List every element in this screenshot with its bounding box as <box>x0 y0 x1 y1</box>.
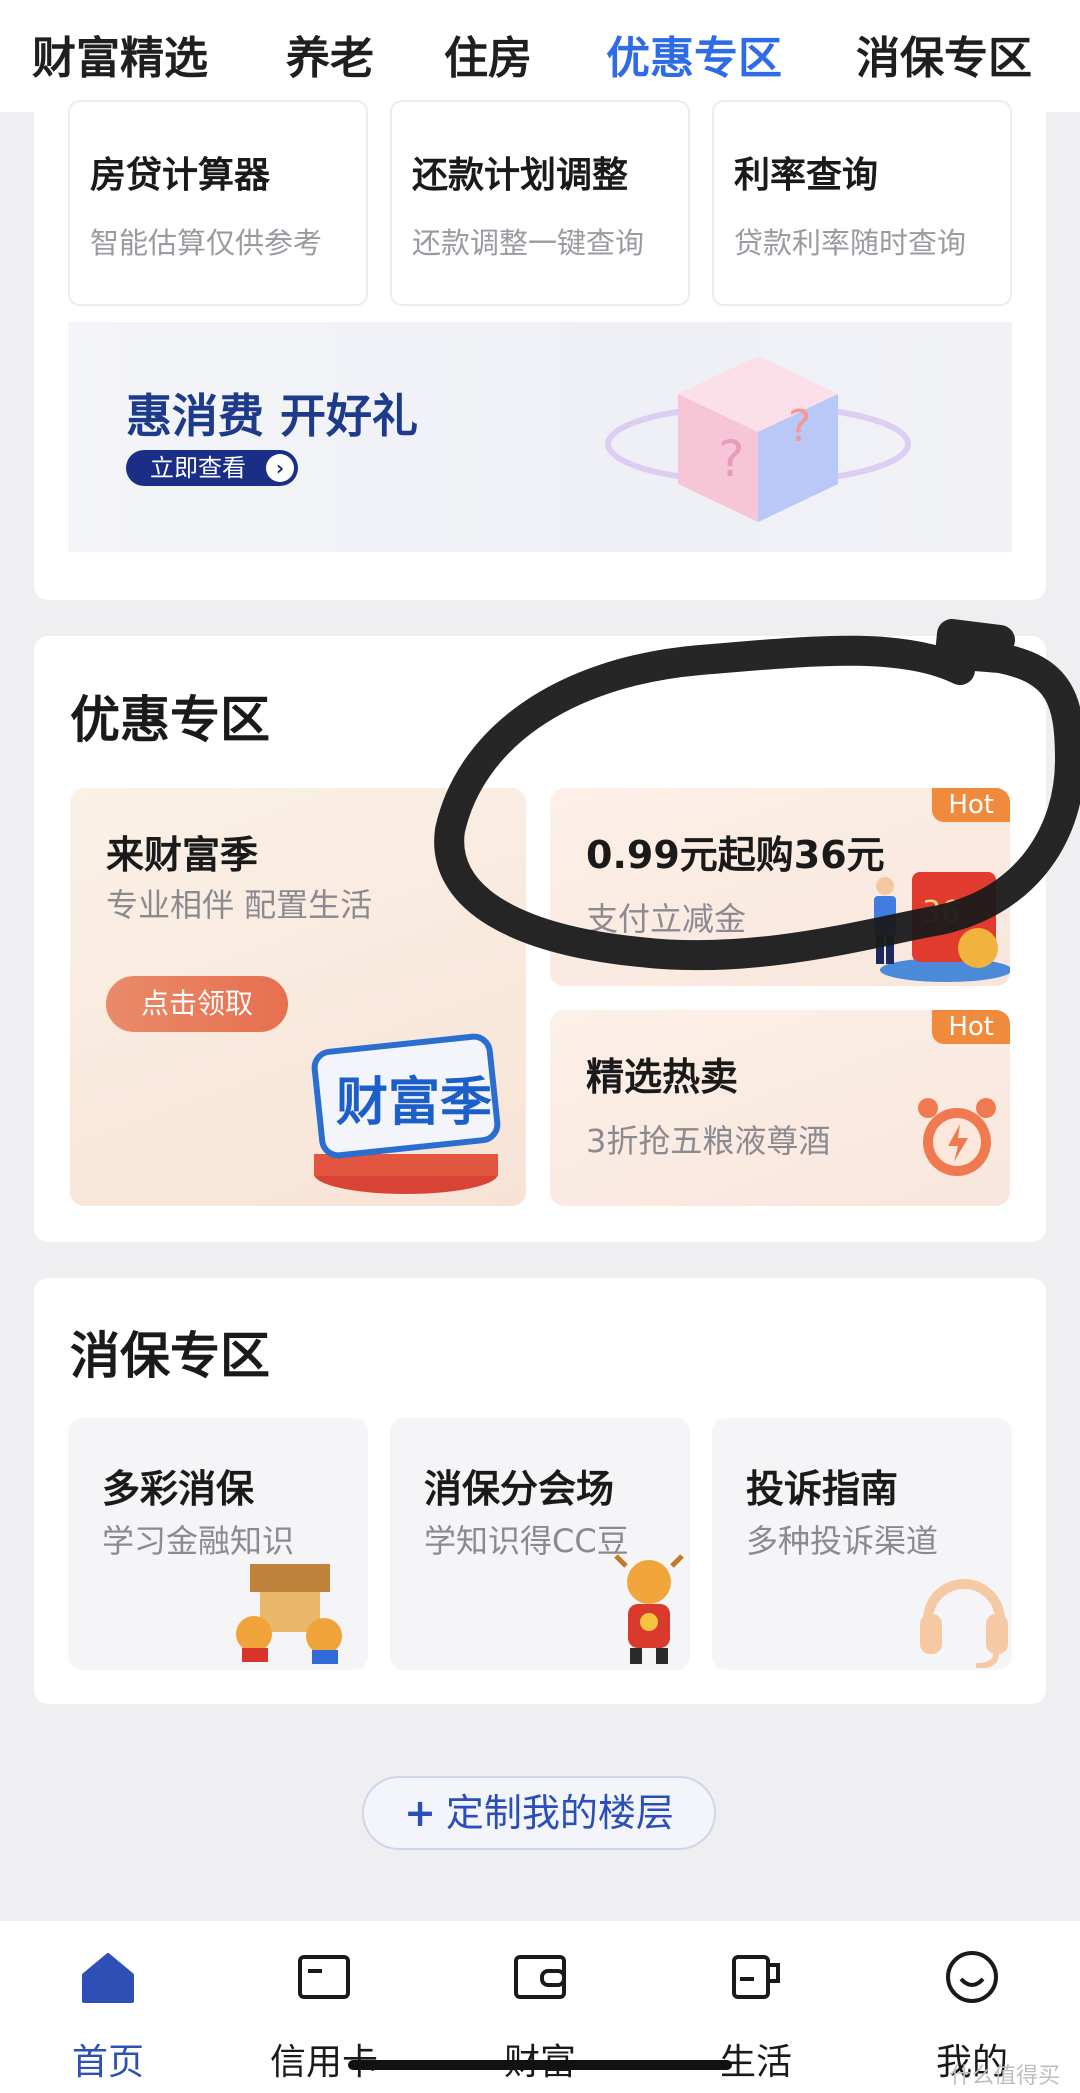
smile-icon <box>946 1951 998 2003</box>
tab-housing[interactable]: 住房 <box>444 22 532 86</box>
tool-title: 利率查询 <box>734 155 879 196</box>
cup-icon <box>732 1955 780 1999</box>
promo-banner[interactable]: 惠消费 开好礼 立即查看 › ? ? <box>68 322 1012 552</box>
top-tab-bar: 财富精选 养老 住房 优惠专区 消保专区 <box>0 0 1080 112</box>
tool-rate-query[interactable]: 利率查询 贷款利率随时查询 <box>712 100 1012 306</box>
customize-floor-label: 定制我的楼层 <box>445 1791 674 1835</box>
consumer-card-colorful[interactable]: 多彩消保 学习金融知识 <box>68 1418 368 1670</box>
svg-text:?: ? <box>788 401 811 452</box>
consumer-card-title: 消保分会场 <box>424 1467 615 1511</box>
chevron-right-icon: › <box>266 454 294 482</box>
tab-wealth[interactable]: 财富精选 <box>32 22 208 86</box>
gift-cube-illustration: ? ? <box>605 356 911 522</box>
tool-mortgage-calculator[interactable]: 房贷计算器 智能估算仅供参考 <box>68 100 368 306</box>
tool-repayment-plan[interactable]: 还款计划调整 还款调整一键查询 <box>390 100 690 306</box>
marker-scribble <box>434 619 1080 971</box>
consumer-card-title: 投诉指南 <box>746 1467 899 1511</box>
tool-subtitle: 还款调整一键查询 <box>412 226 645 260</box>
consumer-protection-card: 消保专区 多彩消保 学习金融知识 消保分会场 学知识得CC豆 投诉指南 多种投诉… <box>34 1278 1046 1704</box>
section-title: 消保专区 <box>70 1327 270 1385</box>
tool-title: 房贷计算器 <box>90 155 271 196</box>
nav-label: 信用卡 <box>269 2042 378 2083</box>
ox-character-illustration <box>614 1554 684 1664</box>
consumer-card-title: 多彩消保 <box>102 1467 255 1511</box>
tool-title: 还款计划调整 <box>412 155 629 196</box>
wallet-icon <box>514 1955 566 1999</box>
consumer-card-complaint-guide[interactable]: 投诉指南 多种投诉渠道 <box>712 1418 1012 1670</box>
promo-subtitle: 3折抢五粮液尊酒 <box>586 1122 831 1160</box>
consumer-card-subtitle: 学知识得CC豆 <box>424 1522 629 1560</box>
plus-icon: + <box>404 1791 436 1835</box>
watermark: 什么值得买 <box>950 2064 1061 2089</box>
nav-label: 首页 <box>71 2042 144 2083</box>
tool-subtitle: 智能估算仅供参考 <box>90 226 323 260</box>
home-indicator[interactable] <box>348 2060 732 2070</box>
banner-view-button[interactable]: 立即查看 › <box>126 450 298 486</box>
nav-label: 生活 <box>719 2042 792 2083</box>
customize-floor-button[interactable]: + 定制我的楼层 <box>362 1776 716 1850</box>
home-icon <box>82 1953 134 2003</box>
tab-pension[interactable]: 养老 <box>286 22 374 86</box>
credit-card-icon <box>298 1955 350 1999</box>
svg-text:?: ? <box>718 430 745 488</box>
banner-button-label: 立即查看 <box>150 454 246 482</box>
headset-icon <box>920 1579 1008 1668</box>
tab-consumer-protection[interactable]: 消保专区 <box>856 22 1032 86</box>
banner-title: 惠消费 开好礼 <box>126 389 419 443</box>
consumer-card-subtitle: 多种投诉渠道 <box>746 1522 939 1560</box>
tool-subtitle: 贷款利率随时查询 <box>734 226 967 260</box>
tiger-characters-illustration <box>236 1564 342 1664</box>
tab-promotions[interactable]: 优惠专区 <box>606 22 782 86</box>
nav-label: 财富 <box>470 2033 610 2085</box>
consumer-card-branch[interactable]: 消保分会场 学知识得CC豆 <box>390 1418 690 1670</box>
